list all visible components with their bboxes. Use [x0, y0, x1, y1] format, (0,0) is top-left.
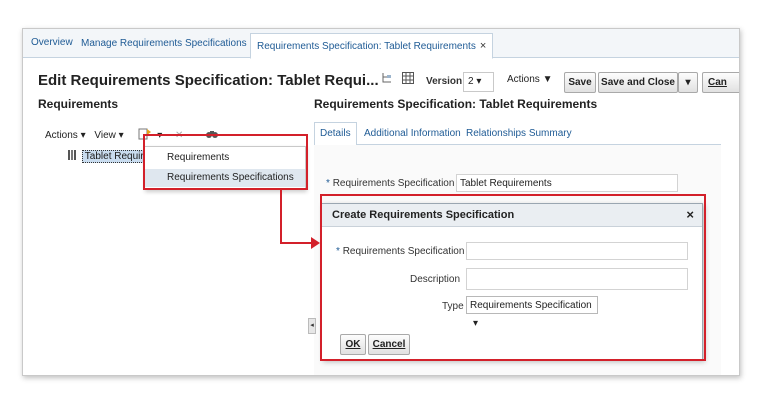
annotation-arrow-line: [280, 242, 312, 244]
requirements-heading: Requirements: [38, 97, 119, 111]
annotation-arrow-head: [311, 237, 320, 249]
tree-item[interactable]: Tablet Require: [67, 150, 153, 164]
tab-manage-requirements-specifications[interactable]: Manage Requirements Specifications×: [81, 37, 257, 49]
view-menu[interactable]: View ▾: [94, 130, 123, 141]
tab-requirements-specification[interactable]: Requirements Specification: Tablet Requi…: [250, 33, 494, 59]
close-icon[interactable]: ×: [480, 40, 486, 52]
spec-icon: [67, 150, 79, 163]
tab-additional-information[interactable]: Additional Information: [364, 128, 461, 139]
cancel-button[interactable]: Can: [702, 72, 739, 93]
spec-field-label: * Requirements Specification: [326, 178, 455, 189]
spec-field-value[interactable]: Tablet Requirements: [456, 174, 678, 192]
tab-relationships-summary[interactable]: Relationships Summary: [466, 128, 572, 139]
save-button[interactable]: Save: [564, 72, 596, 93]
save-options-dropdown[interactable]: ▾: [678, 72, 698, 93]
version-label: Version: [426, 76, 463, 87]
tab-label: Overview: [31, 37, 73, 48]
annotation-arrow-line: [280, 188, 282, 243]
version-select[interactable]: 2 ▾: [463, 72, 494, 92]
tab-details[interactable]: Details: [314, 122, 357, 146]
panel-collapse-handle[interactable]: ◂: [308, 318, 316, 334]
annotation-box-menu: [143, 134, 308, 190]
hierarchy-icon[interactable]: [381, 72, 393, 87]
tab-bar: Overview Manage Requirements Specificati…: [23, 29, 739, 59]
table-icon[interactable]: [402, 72, 414, 87]
actions-menu[interactable]: Actions ▾: [45, 130, 86, 141]
tab-overview[interactable]: Overview: [31, 37, 73, 48]
tab-label: Requirements Specification: Tablet Requi…: [257, 41, 476, 52]
tab-label: Manage Requirements Specifications: [81, 38, 247, 49]
required-mark: *: [326, 178, 330, 189]
actions-menu[interactable]: Actions ▼: [507, 74, 552, 85]
app-window: Overview Manage Requirements Specificati…: [22, 28, 740, 376]
page-title: Edit Requirements Specification: Tablet …: [38, 72, 379, 89]
tree-item-label: Tablet Require: [81, 150, 153, 164]
detail-tabs: Details Additional Information Relations…: [314, 122, 721, 146]
spec-heading: Requirements Specification: Tablet Requi…: [314, 97, 598, 111]
annotation-box-dialog: [320, 194, 706, 361]
save-and-close-button[interactable]: Save and Close: [598, 72, 678, 93]
